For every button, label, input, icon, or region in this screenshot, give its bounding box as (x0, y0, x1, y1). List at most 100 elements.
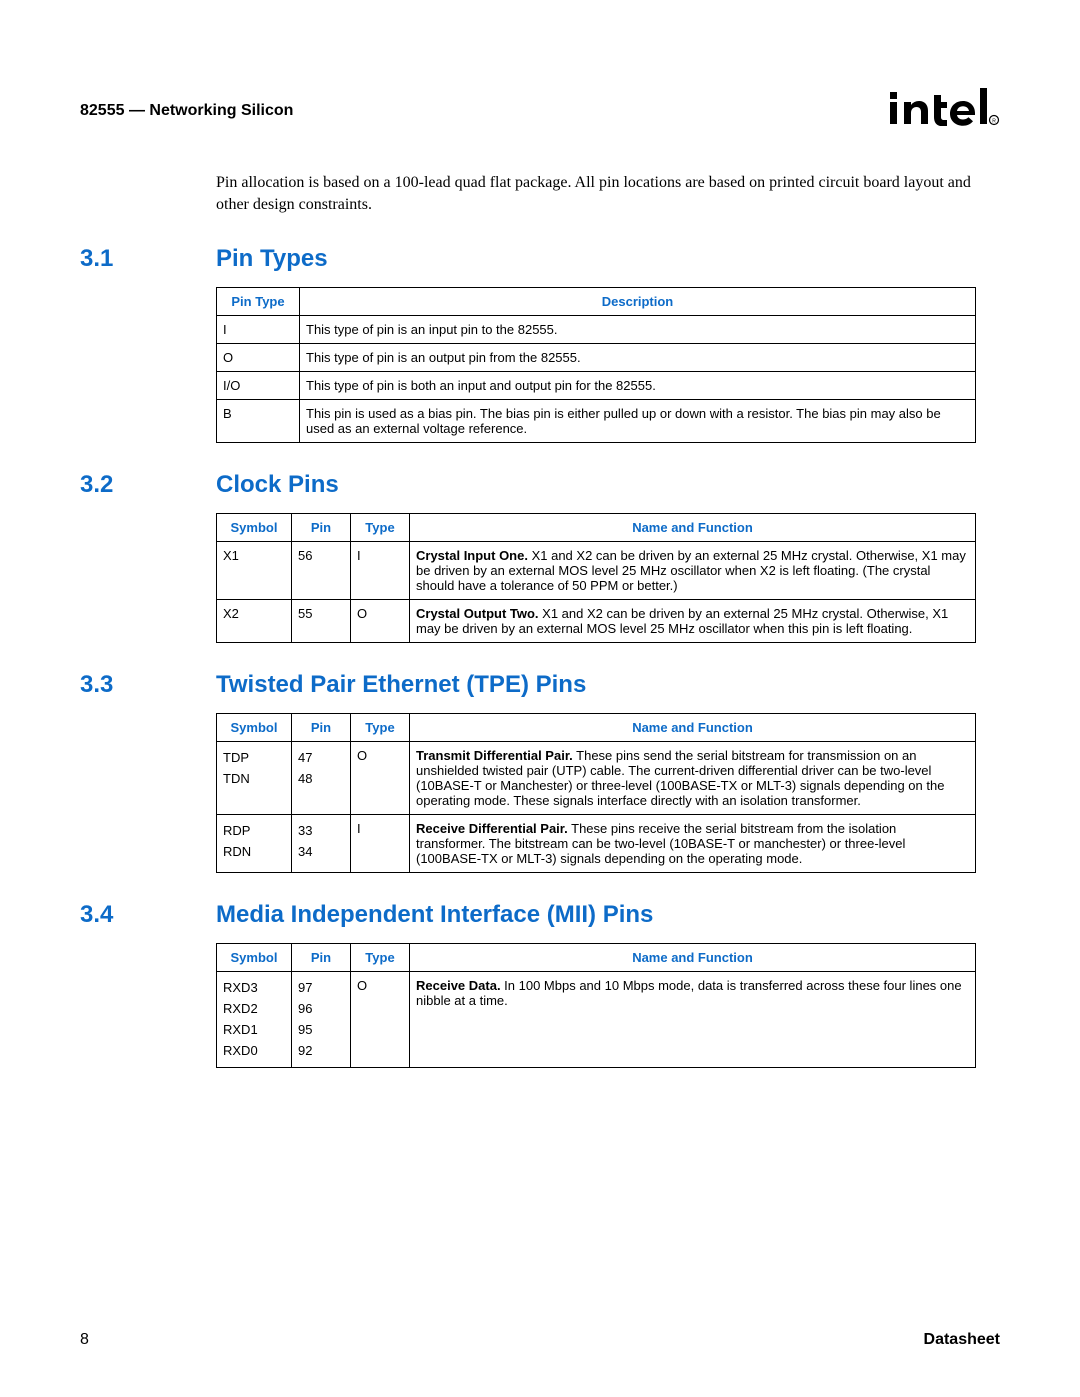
section-heading: 3.3 Twisted Pair Ethernet (TPE) Pins (80, 671, 1000, 699)
footer-label: Datasheet (924, 1331, 1000, 1349)
type-cell: O (351, 742, 410, 815)
symbol-cell: RDP RDN (217, 815, 292, 873)
col-header: Name and Function (410, 714, 976, 742)
section-number: 3.1 (80, 245, 216, 273)
pin: 97 (298, 978, 344, 999)
table-row: RDP RDN 33 34 I Receive Differential Pai… (217, 815, 976, 873)
col-header: Pin (292, 944, 351, 972)
section-3-4: 3.4 Media Independent Interface (MII) Pi… (80, 901, 1000, 1068)
col-header: Description (300, 288, 976, 316)
col-header: Symbol (217, 514, 292, 542)
pin-cell: 56 (292, 542, 351, 600)
pin: 47 (298, 748, 344, 769)
table-row: I/O This type of pin is both an input an… (217, 372, 976, 400)
table-row: I This type of pin is an input pin to th… (217, 316, 976, 344)
pin: 33 (298, 821, 344, 842)
header-product-title: 82555 — Networking Silicon (80, 102, 293, 126)
section-heading: 3.1 Pin Types (80, 245, 1000, 273)
table-header-row: Symbol Pin Type Name and Function (217, 944, 976, 972)
pin: 95 (298, 1020, 344, 1041)
pin: 34 (298, 842, 344, 863)
mii-pins-table: Symbol Pin Type Name and Function RXD3 R… (216, 943, 976, 1068)
type-cell: I (351, 815, 410, 873)
lead: Crystal Output Two. (416, 606, 539, 621)
symbol: TDN (223, 769, 285, 790)
symbol: RXD2 (223, 999, 285, 1020)
pin-type-table: Pin Type Description I This type of pin … (216, 287, 976, 443)
section-title: Media Independent Interface (MII) Pins (216, 901, 653, 929)
table-header-row: Symbol Pin Type Name and Function (217, 514, 976, 542)
svg-text:R: R (992, 119, 996, 125)
table-row: RXD3 RXD2 RXD1 RXD0 97 96 95 92 O Receiv… (217, 972, 976, 1068)
function-cell: Crystal Output Two. X1 and X2 can be dri… (410, 600, 976, 643)
symbol-cell: X1 (217, 542, 292, 600)
pin-type-cell: B (217, 400, 300, 443)
col-header: Type (351, 714, 410, 742)
description-cell: This type of pin is an input pin to the … (300, 316, 976, 344)
tpe-pins-table: Symbol Pin Type Name and Function TDP TD… (216, 713, 976, 873)
col-header: Name and Function (410, 514, 976, 542)
symbol: TDP (223, 748, 285, 769)
description-cell: This pin is used as a bias pin. The bias… (300, 400, 976, 443)
table-header-row: Symbol Pin Type Name and Function (217, 714, 976, 742)
pin: 92 (298, 1041, 344, 1062)
function-cell: Receive Differential Pair. These pins re… (410, 815, 976, 873)
pin-type-cell: O (217, 344, 300, 372)
section-title: Pin Types (216, 245, 328, 273)
col-header: Type (351, 514, 410, 542)
section-heading: 3.4 Media Independent Interface (MII) Pi… (80, 901, 1000, 929)
section-number: 3.2 (80, 471, 216, 499)
pin: 48 (298, 769, 344, 790)
description-cell: This type of pin is both an input and ou… (300, 372, 976, 400)
col-header: Symbol (217, 714, 292, 742)
pin-cell: 47 48 (292, 742, 351, 815)
symbol: RDP (223, 821, 285, 842)
table-row: TDP TDN 47 48 O Transmit Differential Pa… (217, 742, 976, 815)
col-header: Name and Function (410, 944, 976, 972)
symbol-cell: RXD3 RXD2 RXD1 RXD0 (217, 972, 292, 1068)
type-cell: O (351, 972, 410, 1068)
lead: Transmit Differential Pair. (416, 748, 573, 763)
section-number: 3.3 (80, 671, 216, 699)
page: 82555 — Networking Silicon R Pin allocat… (0, 0, 1080, 1397)
pin-type-cell: I/O (217, 372, 300, 400)
table-row: O This type of pin is an output pin from… (217, 344, 976, 372)
pin-cell: 97 96 95 92 (292, 972, 351, 1068)
pin-cell: 55 (292, 600, 351, 643)
lead: Receive Differential Pair. (416, 821, 568, 836)
pin-cell: 33 34 (292, 815, 351, 873)
page-number: 8 (80, 1331, 89, 1349)
page-footer: 8 Datasheet (80, 1331, 1000, 1349)
function-cell: Crystal Input One. X1 and X2 can be driv… (410, 542, 976, 600)
section-number: 3.4 (80, 901, 216, 929)
lead: Crystal Input One. (416, 548, 528, 563)
section-heading: 3.2 Clock Pins (80, 471, 1000, 499)
type-cell: O (351, 600, 410, 643)
section-title: Clock Pins (216, 471, 339, 499)
type-cell: I (351, 542, 410, 600)
col-header: Pin Type (217, 288, 300, 316)
symbol: RXD3 (223, 978, 285, 999)
symbol: RDN (223, 842, 285, 863)
intro-paragraph: Pin allocation is based on a 100-lead qu… (216, 172, 1000, 215)
table-row: X1 56 I Crystal Input One. X1 and X2 can… (217, 542, 976, 600)
section-3-2: 3.2 Clock Pins Symbol Pin Type Name and … (80, 471, 1000, 643)
table-row: X2 55 O Crystal Output Two. X1 and X2 ca… (217, 600, 976, 643)
pin-type-cell: I (217, 316, 300, 344)
symbol-cell: X2 (217, 600, 292, 643)
symbol: RXD0 (223, 1041, 285, 1062)
symbol: RXD1 (223, 1020, 285, 1041)
description-cell: This type of pin is an output pin from t… (300, 344, 976, 372)
section-3-3: 3.3 Twisted Pair Ethernet (TPE) Pins Sym… (80, 671, 1000, 873)
table-row: B This pin is used as a bias pin. The bi… (217, 400, 976, 443)
pin: 96 (298, 999, 344, 1020)
section-3-1: 3.1 Pin Types Pin Type Description I Thi… (80, 245, 1000, 443)
function-cell: Transmit Differential Pair. These pins s… (410, 742, 976, 815)
intel-logo-icon: R (890, 80, 1000, 126)
col-header: Pin (292, 514, 351, 542)
section-title: Twisted Pair Ethernet (TPE) Pins (216, 671, 586, 699)
intel-logo: R (890, 80, 1000, 126)
table-header-row: Pin Type Description (217, 288, 976, 316)
function-cell: Receive Data. In 100 Mbps and 10 Mbps mo… (410, 972, 976, 1068)
page-header: 82555 — Networking Silicon R (80, 80, 1000, 126)
